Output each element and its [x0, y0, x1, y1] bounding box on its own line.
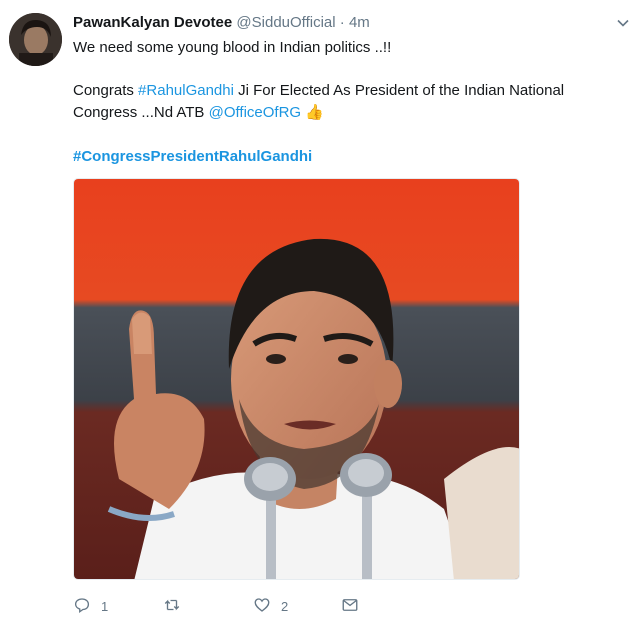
thumbs-up-emoji: 👍 [305, 104, 324, 121]
chevron-down-icon[interactable] [615, 15, 631, 31]
like-button[interactable]: 2 [253, 594, 288, 618]
tweet-card[interactable]: PawanKalyan Devotee @SidduOfficial · 4m … [0, 0, 640, 625]
text-segment: Congrats [73, 82, 139, 99]
author-name[interactable]: PawanKalyan Devotee [73, 14, 232, 31]
hashtag-link[interactable]: #RahulGandhi [138, 82, 234, 99]
reply-button[interactable]: 1 [73, 594, 108, 618]
dm-button[interactable] [341, 594, 359, 618]
tweet-timestamp[interactable]: 4m [349, 14, 370, 31]
text-segment: Ji For Elected As President of the India… [233, 82, 565, 99]
retweet-icon [163, 596, 181, 617]
text-segment: Congress ...Nd ATB [73, 104, 209, 121]
tweet-actions: 1 2 [73, 594, 533, 618]
author-handle[interactable]: @SidduOfficial [236, 14, 335, 31]
mention-link[interactable]: @OfficeOfRG [209, 104, 301, 121]
separator-dot: · [339, 14, 345, 31]
retweet-button[interactable] [163, 594, 191, 618]
hashtag-link[interactable]: #CongressPresidentRahulGandhi [73, 146, 312, 168]
tweet-text-line-3: Congress ...Nd ATB @OfficeOfRG 👍 [73, 102, 324, 124]
tweet-text-line-2: Congrats #RahulGandhi Ji For Elected As … [73, 80, 564, 102]
tweet-header: PawanKalyan Devotee @SidduOfficial · 4m [73, 13, 370, 33]
envelope-icon [341, 596, 359, 617]
like-count: 2 [281, 598, 289, 614]
reply-count: 1 [101, 598, 109, 614]
tweet-photo[interactable] [73, 178, 520, 580]
avatar[interactable] [9, 13, 62, 66]
heart-icon [253, 596, 271, 617]
reply-icon [73, 596, 91, 617]
tweet-text-line-1: We need some young blood in Indian polit… [73, 39, 392, 56]
